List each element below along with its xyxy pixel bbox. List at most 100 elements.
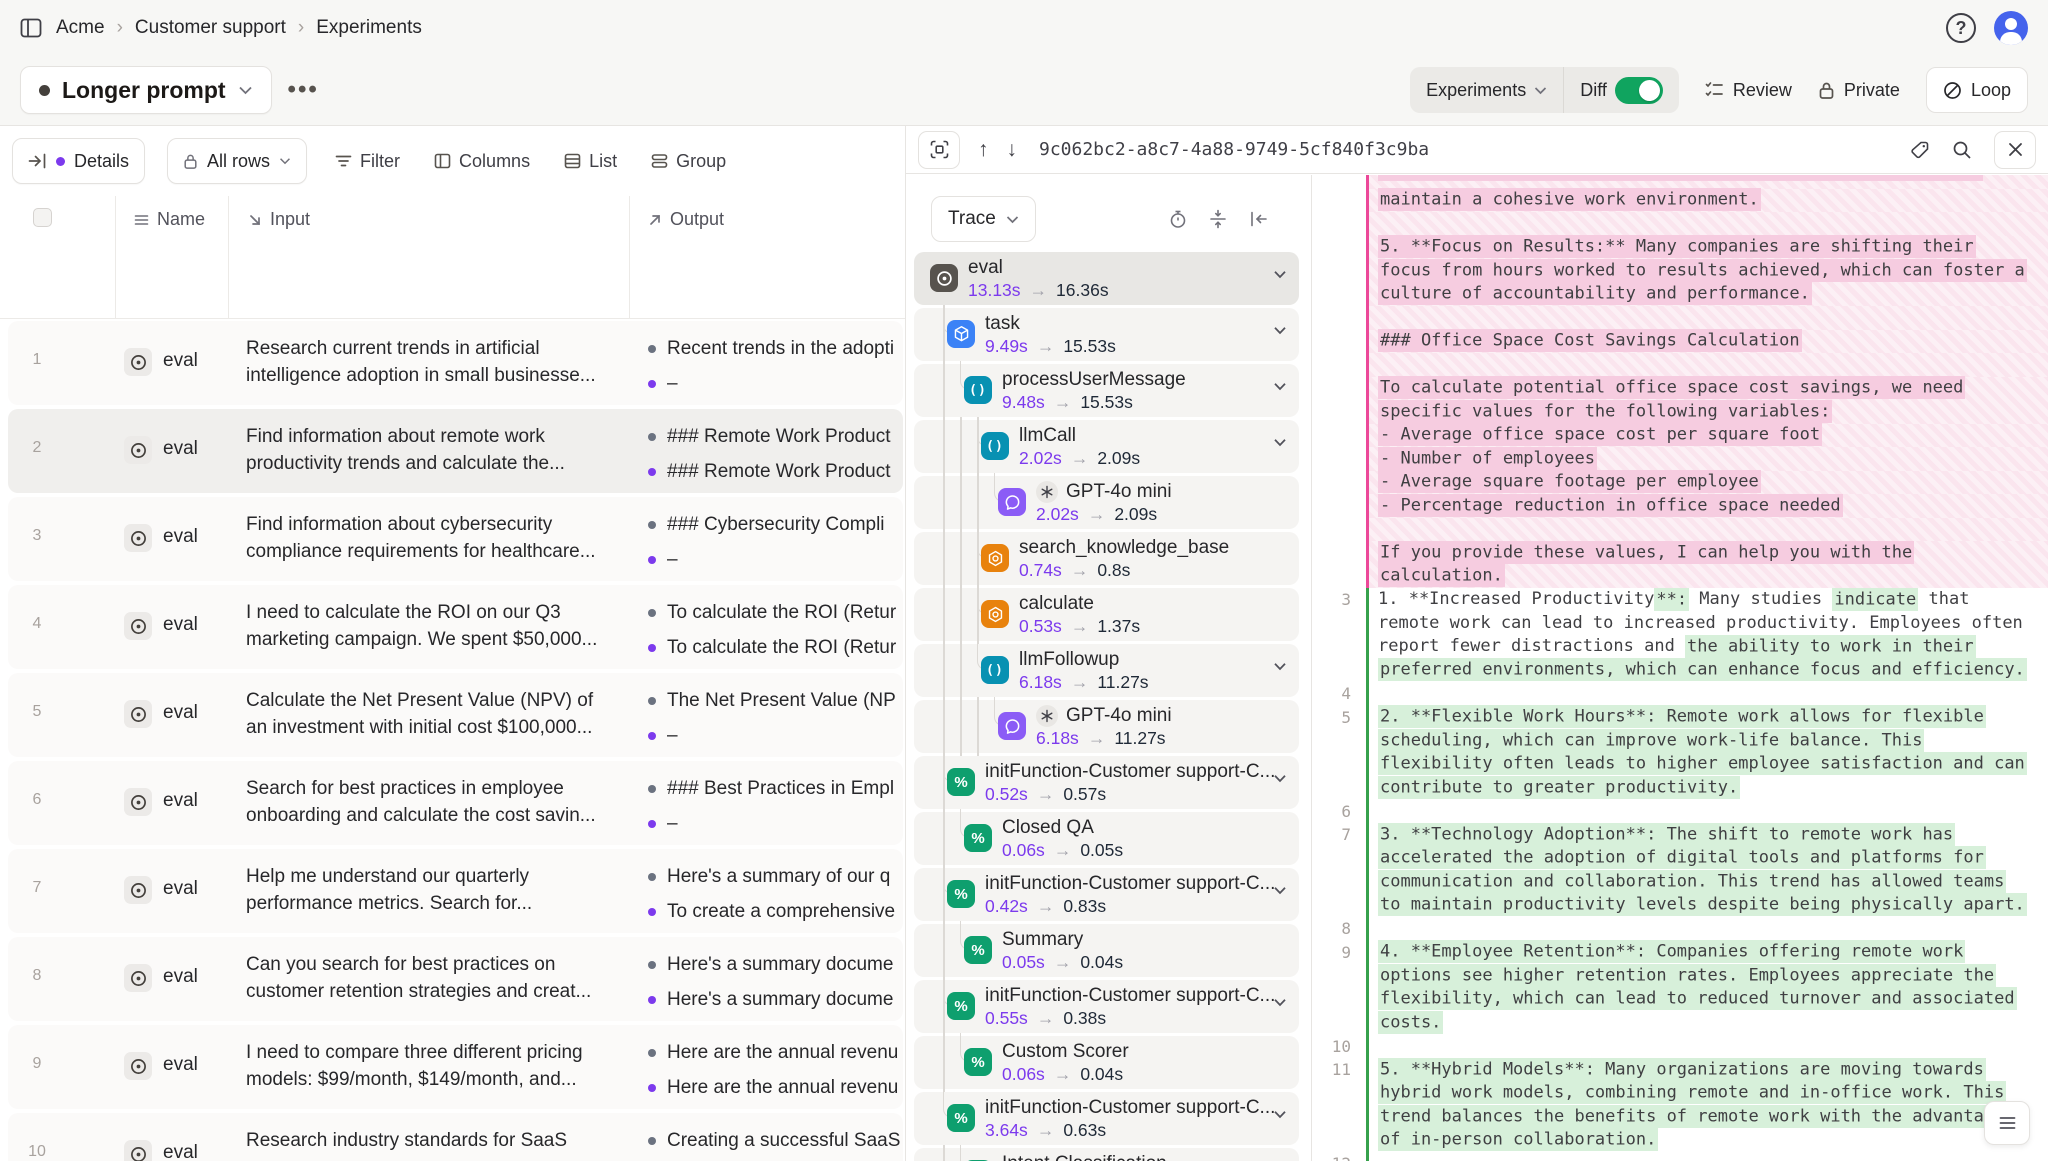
- trace-node-GPT-4o mini[interactable]: GPT-4o mini 2.02s → 2.09s: [914, 476, 1299, 529]
- output-text: Here's a summary docume: [667, 954, 893, 976]
- chevron-down-icon[interactable]: [1273, 998, 1287, 1007]
- chevron-down-icon[interactable]: [1273, 382, 1287, 391]
- trace-node-initFunction-Customer support-C...[interactable]: % initFunction-Customer support-C... 0.4…: [914, 868, 1299, 921]
- node-duration-new: 0.8s: [1097, 560, 1130, 581]
- collapse-all-icon[interactable]: [1209, 209, 1227, 229]
- diff-removed-line: [1312, 306, 2048, 330]
- column-header-output[interactable]: Output: [648, 209, 724, 230]
- table-row[interactable]: 7 eval Help me understand our quarterlyp…: [0, 847, 905, 935]
- close-panel-button[interactable]: [1994, 131, 2036, 169]
- node-duration-old: 9.49s: [985, 336, 1028, 357]
- timing-icon[interactable]: [1169, 209, 1187, 229]
- columns-button[interactable]: Columns: [428, 151, 536, 172]
- sidebar-toggle-icon[interactable]: [20, 18, 42, 38]
- chevron-down-icon[interactable]: [1273, 326, 1287, 335]
- focus-trace-button[interactable]: [918, 131, 960, 169]
- breadcrumb-project[interactable]: Customer support: [135, 17, 286, 39]
- private-button[interactable]: Private: [1818, 80, 1900, 101]
- output-line: Here are the annual revenu: [644, 1074, 905, 1101]
- table-row[interactable]: 8 eval Can you search for best practices…: [0, 935, 905, 1023]
- tag-icon[interactable]: [1910, 140, 1930, 160]
- trace-node-calculate[interactable]: calculate 0.53s → 1.37s: [914, 588, 1299, 641]
- diff-toggle[interactable]: [1615, 77, 1663, 104]
- trace-node-initFunction-Customer support-C...[interactable]: % initFunction-Customer support-C... 3.6…: [914, 1092, 1299, 1145]
- breadcrumb-workspace[interactable]: Acme: [56, 17, 105, 39]
- table-row[interactable]: 9 eval I need to compare three different…: [0, 1023, 905, 1111]
- trace-node-Custom Scorer[interactable]: % Custom Scorer 0.06s → 0.04s: [914, 1036, 1299, 1089]
- trace-id: 9c062bc2-a8c7-4a88-9749-5cf840f3c9ba: [1039, 139, 1429, 160]
- diff-removed-text: - Average square footage per employee: [1366, 471, 2048, 495]
- table-row[interactable]: 2 eval Find information about remote wor…: [0, 407, 905, 495]
- trace-node-initFunction-Customer support-C...[interactable]: % initFunction-Customer support-C... 0.5…: [914, 980, 1299, 1033]
- collapse-panel-icon[interactable]: [1249, 210, 1269, 228]
- chevron-down-icon[interactable]: [1273, 270, 1287, 279]
- table-row[interactable]: 6 eval Search for best practices in empl…: [0, 759, 905, 847]
- output-bullet-gray: [648, 345, 656, 353]
- trace-node-Intent Classification[interactable]: % Intent Classification 0.12s → 0.03s: [914, 1148, 1299, 1161]
- diff-content[interactable]: maintain a cohesive work environment. 5.…: [1312, 175, 2048, 1161]
- diff-removed-line: [1312, 212, 2048, 236]
- chevron-down-icon[interactable]: [1273, 886, 1287, 895]
- trace-node-task[interactable]: task 9.49s → 15.53s: [914, 308, 1299, 361]
- column-header-input[interactable]: Input: [248, 209, 310, 230]
- node-duration-old: 6.18s: [1019, 672, 1062, 693]
- select-all-checkbox[interactable]: [33, 208, 52, 227]
- trace-node-GPT-4o mini[interactable]: GPT-4o mini 6.18s → 11.27s: [914, 700, 1299, 753]
- previous-row-button[interactable]: ↑: [978, 138, 989, 162]
- diff-gutter: [1312, 330, 1366, 354]
- lock-icon: [1818, 81, 1835, 100]
- help-icon[interactable]: ?: [1946, 13, 1976, 43]
- loop-button[interactable]: Loop: [1926, 67, 2028, 113]
- filter-button[interactable]: Filter: [329, 151, 406, 172]
- chevron-down-icon[interactable]: [1273, 438, 1287, 447]
- diff-removed-line-clipped: [1312, 175, 2048, 189]
- experiment-selector[interactable]: Longer prompt: [20, 66, 272, 114]
- search-icon[interactable]: [1952, 140, 1972, 160]
- trace-node-Closed QA[interactable]: % Closed QA 0.06s → 0.05s: [914, 812, 1299, 865]
- row-number: 2: [22, 439, 52, 457]
- input-text: models: $99/month, $149/month, and...: [246, 1066, 624, 1093]
- output-text: –: [667, 373, 678, 395]
- table-row[interactable]: 4 eval I need to calculate the ROI on ou…: [0, 583, 905, 671]
- scorer-percent-icon: %: [947, 992, 975, 1020]
- text-options-button[interactable]: [1984, 1101, 2030, 1145]
- table-row[interactable]: 3 eval Find information about cybersecur…: [0, 495, 905, 583]
- column-header-name[interactable]: Name: [134, 209, 205, 230]
- table-toolbar: Details All rows Filter Columns List: [12, 138, 732, 184]
- chevron-down-icon[interactable]: [1273, 662, 1287, 671]
- scorer-percent-icon: %: [947, 768, 975, 796]
- diff-removed-text: ### Office Space Cost Savings Calculatio…: [1366, 330, 2048, 354]
- experiments-dropdown[interactable]: Experiments: [1410, 67, 1563, 113]
- input-text: productivity trends and calculate the...: [246, 450, 624, 477]
- rows-filter-button[interactable]: All rows: [167, 138, 307, 184]
- chevron-down-icon[interactable]: [1273, 774, 1287, 783]
- trace-node-Summary[interactable]: % Summary 0.05s → 0.04s: [914, 924, 1299, 977]
- output-line: Here are the annual revenu: [644, 1039, 905, 1066]
- group-button[interactable]: Group: [645, 151, 732, 172]
- openai-logo-icon: [1036, 705, 1058, 727]
- trace-node-llmFollowup[interactable]: () llmFollowup 6.18s → 11.27s: [914, 644, 1299, 697]
- trace-view-dropdown[interactable]: Trace: [931, 196, 1036, 242]
- trace-node-llmCall[interactable]: () llmCall 2.02s → 2.09s: [914, 420, 1299, 473]
- avatar[interactable]: [1994, 11, 2028, 45]
- eval-icon: [130, 794, 147, 811]
- arrow-up-right-icon: [648, 213, 662, 227]
- arrow-right-icon: →: [1037, 1008, 1055, 1029]
- chevron-down-icon[interactable]: [1273, 1110, 1287, 1119]
- list-button[interactable]: List: [558, 151, 623, 172]
- next-row-button[interactable]: ↓: [1007, 138, 1018, 162]
- trace-panel-header: ↑ ↓ 9c062bc2-a8c7-4a88-9749-5cf840f3c9ba: [906, 126, 2048, 174]
- breadcrumb-section[interactable]: Experiments: [316, 17, 422, 39]
- table-row[interactable]: 10 eval Research industry standards for …: [0, 1111, 905, 1161]
- table-row[interactable]: 1 eval Research current trends in artifi…: [0, 319, 905, 407]
- input-text: Find information about cybersecurity: [246, 511, 624, 538]
- more-options-button[interactable]: •••: [288, 76, 319, 104]
- trace-node-eval[interactable]: eval 13.13s → 16.36s: [914, 252, 1299, 305]
- trace-node-initFunction-Customer support-C...[interactable]: % initFunction-Customer support-C... 0.5…: [914, 756, 1299, 809]
- trace-node-processUserMessage[interactable]: () processUserMessage 9.48s → 15.53s: [914, 364, 1299, 417]
- details-button[interactable]: Details: [12, 138, 145, 184]
- node-duration-new: 0.83s: [1063, 896, 1106, 917]
- review-button[interactable]: Review: [1705, 80, 1792, 101]
- trace-node-search_knowledge_base[interactable]: search_knowledge_base 0.74s → 0.8s: [914, 532, 1299, 585]
- table-row[interactable]: 5 eval Calculate the Net Present Value (…: [0, 671, 905, 759]
